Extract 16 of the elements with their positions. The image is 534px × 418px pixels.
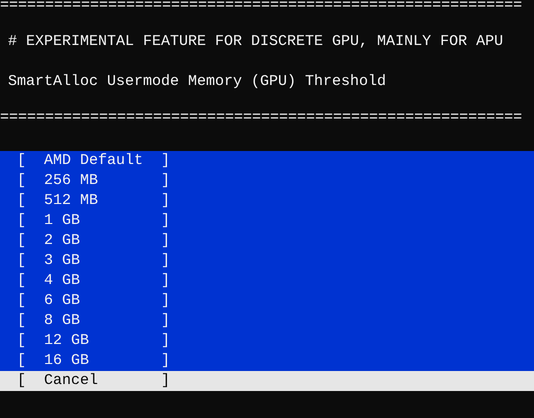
menu-option[interactable]: [ 16 GB ]: [0, 351, 534, 371]
divider-line: ==========================================================: [0, 0, 524, 12]
terminal-text: SmartAlloc Usermode Memory (GPU) Threshold: [8, 72, 386, 92]
menu-option[interactable]: [ 4 GB ]: [0, 271, 534, 291]
menu-option[interactable]: [ 512 MB ]: [0, 191, 534, 211]
terminal-text: # EXPERIMENTAL FEATURE FOR DISCRETE GPU, MAINLY FOR APU: [8, 32, 504, 52]
menu-option[interactable]: [ 6 GB ]: [0, 291, 534, 311]
menu-option[interactable]: [ 12 GB ]: [0, 331, 534, 351]
menu-option[interactable]: [ 8 GB ]: [0, 311, 534, 331]
menu-option[interactable]: [ 2 GB ]: [0, 231, 534, 251]
menu-option[interactable]: [ 256 MB ]: [0, 171, 534, 191]
menu-option[interactable]: [ 1 GB ]: [0, 211, 534, 231]
menu-option[interactable]: [ Cancel ]: [0, 371, 534, 391]
divider-line: ==========================================================: [0, 112, 524, 124]
menu-option[interactable]: [ AMD Default ]: [0, 151, 534, 171]
menu-option[interactable]: [ 3 GB ]: [0, 251, 534, 271]
